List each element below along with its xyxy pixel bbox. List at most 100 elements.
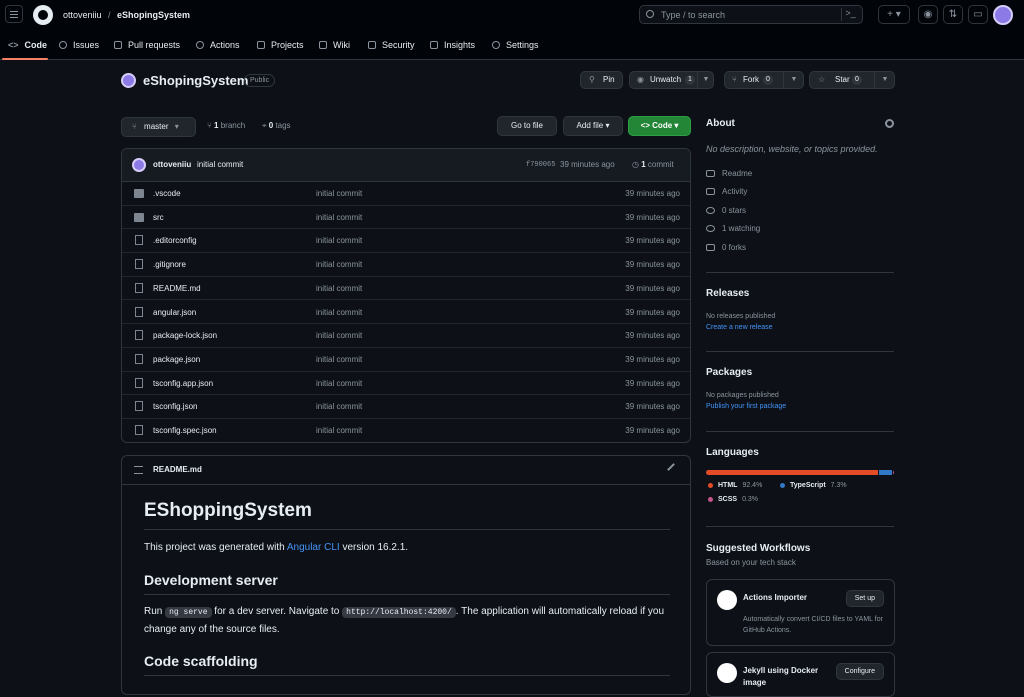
set-up-button[interactable]: Set up bbox=[845, 590, 884, 607]
commit-author-avatar[interactable] bbox=[132, 158, 146, 172]
commit-hash[interactable]: f790065 bbox=[526, 161, 555, 169]
branches-link[interactable]: ⑂ 1 branch bbox=[207, 121, 245, 130]
star-icon bbox=[706, 207, 715, 214]
divider bbox=[144, 529, 670, 530]
tab-insights[interactable]: Insights bbox=[430, 40, 475, 50]
watch-button[interactable]: ◉ Unwatch 1 ▼ bbox=[629, 71, 714, 89]
file-commit-message[interactable]: initial commit bbox=[316, 308, 362, 317]
file-name[interactable]: .editorconfig bbox=[153, 236, 197, 245]
active-tab-indicator bbox=[2, 58, 48, 60]
chevron-down-icon[interactable]: ▼ bbox=[874, 72, 895, 88]
file-row[interactable]: tsconfig.json initial commit 39 minutes ag… bbox=[122, 395, 690, 419]
tab-settings[interactable]: Settings bbox=[492, 40, 539, 50]
fork-button[interactable]: ⑂ Fork 0 ▼ bbox=[724, 71, 804, 89]
commit-time: 39 minutes ago bbox=[560, 160, 615, 169]
tab-wiki[interactable]: Wiki bbox=[319, 40, 350, 50]
code-button[interactable]: <> Code ▾ bbox=[628, 116, 691, 136]
stars-link[interactable]: 0 stars bbox=[706, 206, 746, 215]
activity-link[interactable]: Activity bbox=[706, 187, 747, 196]
packages-heading[interactable]: Packages bbox=[706, 367, 752, 378]
language-html[interactable]: HTML 92.4% bbox=[708, 482, 762, 489]
readme-link[interactable]: Readme bbox=[706, 169, 752, 178]
tab-issues[interactable]: Issues bbox=[59, 40, 99, 50]
go-to-file-button[interactable]: Go to file bbox=[497, 116, 557, 136]
pencil-icon[interactable] bbox=[667, 463, 680, 476]
tab-actions[interactable]: Actions bbox=[196, 40, 240, 50]
file-name[interactable]: tsconfig.json bbox=[153, 402, 197, 411]
breadcrumb-owner[interactable]: ottoveniiu bbox=[63, 10, 102, 20]
file-commit-time: 39 minutes ago bbox=[625, 426, 680, 435]
file-commit-message[interactable]: initial commit bbox=[316, 426, 362, 435]
file-name[interactable]: README.md bbox=[153, 284, 201, 293]
tab-code[interactable]: <> Code bbox=[8, 40, 47, 50]
file-commit-message[interactable]: initial commit bbox=[316, 284, 362, 293]
file-name[interactable]: tsconfig.app.json bbox=[153, 379, 213, 388]
file-row[interactable]: README.md initial commit 39 minutes ago bbox=[122, 277, 690, 301]
create-new-button[interactable]: + ▾ bbox=[878, 5, 910, 24]
play-icon bbox=[196, 41, 204, 49]
star-button[interactable]: ☆ Star 0 ▼ bbox=[809, 71, 895, 89]
list-icon[interactable] bbox=[134, 466, 143, 474]
inbox-icon[interactable]: ▭ bbox=[968, 5, 988, 24]
file-row[interactable]: tsconfig.app.json initial commit 39 minute… bbox=[122, 372, 690, 396]
file-commit-message[interactable]: initial commit bbox=[316, 331, 362, 340]
file-commit-message[interactable]: initial commit bbox=[316, 355, 362, 364]
file-commit-message[interactable]: initial commit bbox=[316, 379, 362, 388]
file-name[interactable]: package.json bbox=[153, 355, 200, 364]
file-commit-message[interactable]: initial commit bbox=[316, 236, 362, 245]
commit-message[interactable]: initial commit bbox=[197, 160, 243, 169]
user-avatar[interactable] bbox=[993, 5, 1013, 25]
file-row[interactable]: src initial commit 39 minutes ago bbox=[122, 206, 690, 230]
readme-filename[interactable]: README.md bbox=[153, 465, 202, 474]
repo-title[interactable]: eShopingSystem bbox=[143, 73, 248, 88]
file-commit-message[interactable]: initial commit bbox=[316, 189, 362, 198]
search-input[interactable]: Type / to search >_ bbox=[639, 5, 863, 24]
file-icon bbox=[135, 401, 143, 412]
file-row[interactable]: .gitignore initial commit 39 minutes ago bbox=[122, 253, 690, 277]
pulse-icon bbox=[706, 188, 715, 195]
file-name[interactable]: src bbox=[153, 213, 164, 222]
breadcrumb-repo[interactable]: eShopingSystem bbox=[117, 10, 190, 20]
forks-link[interactable]: 0 forks bbox=[706, 243, 746, 252]
file-row[interactable]: package.json initial commit 39 minutes ago bbox=[122, 348, 690, 372]
file-row[interactable]: tsconfig.spec.json initial commit 39 minut… bbox=[122, 419, 690, 443]
tab-pull-requests[interactable]: Pull requests bbox=[114, 40, 180, 50]
chevron-down-icon[interactable]: ▼ bbox=[697, 72, 714, 88]
shield-icon bbox=[368, 41, 376, 49]
chevron-down-icon[interactable]: ▼ bbox=[783, 72, 804, 88]
tab-projects[interactable]: Projects bbox=[257, 40, 304, 50]
create-release-link[interactable]: Create a new release bbox=[706, 324, 773, 331]
pin-button[interactable]: ⚲ Pin bbox=[580, 71, 623, 89]
language-scss[interactable]: SCSS 0.3% bbox=[708, 496, 758, 503]
file-row[interactable]: package-lock.json initial commit 39 minute… bbox=[122, 324, 690, 348]
tab-security[interactable]: Security bbox=[368, 40, 415, 50]
file-name[interactable]: package-lock.json bbox=[153, 331, 217, 340]
configure-button[interactable]: Configure bbox=[835, 663, 884, 680]
commit-history-link[interactable]: ◷ 1 commit bbox=[632, 160, 674, 169]
file-row[interactable]: .editorconfig initial commit 39 minutes ag… bbox=[122, 229, 690, 254]
branch-selector[interactable]: ⑂ master ▾ bbox=[121, 117, 196, 137]
file-commit-message[interactable]: initial commit bbox=[316, 260, 362, 269]
releases-heading[interactable]: Releases bbox=[706, 288, 749, 299]
file-name[interactable]: tsconfig.spec.json bbox=[153, 426, 217, 435]
pull-requests-icon[interactable]: ⇅ bbox=[943, 5, 963, 24]
language-typescript[interactable]: TypeScript 7.3% bbox=[780, 482, 847, 489]
commit-author[interactable]: ottoveniiu bbox=[153, 160, 191, 169]
menu-icon[interactable] bbox=[5, 5, 23, 23]
github-logo-icon[interactable] bbox=[33, 5, 53, 25]
file-name[interactable]: angular.json bbox=[153, 308, 196, 317]
file-row[interactable]: angular.json initial commit 39 minutes ago bbox=[122, 301, 690, 325]
watching-link[interactable]: 1 watching bbox=[706, 224, 760, 233]
tags-link[interactable]: ⌖ 0 tags bbox=[262, 121, 291, 131]
file-row[interactable]: .vscode initial commit 39 minutes ago bbox=[122, 182, 690, 206]
file-name[interactable]: .vscode bbox=[153, 189, 181, 198]
gear-icon[interactable] bbox=[885, 119, 894, 128]
add-file-button[interactable]: Add file ▾ bbox=[563, 116, 623, 136]
file-commit-message[interactable]: initial commit bbox=[316, 213, 362, 222]
file-commit-message[interactable]: initial commit bbox=[316, 402, 362, 411]
angular-cli-link[interactable]: Angular CLI bbox=[287, 542, 340, 553]
issues-icon[interactable]: ◉ bbox=[918, 5, 938, 24]
publish-package-link[interactable]: Publish your first package bbox=[706, 403, 786, 410]
command-palette-icon[interactable]: >_ bbox=[841, 8, 859, 21]
file-name[interactable]: .gitignore bbox=[153, 260, 186, 269]
